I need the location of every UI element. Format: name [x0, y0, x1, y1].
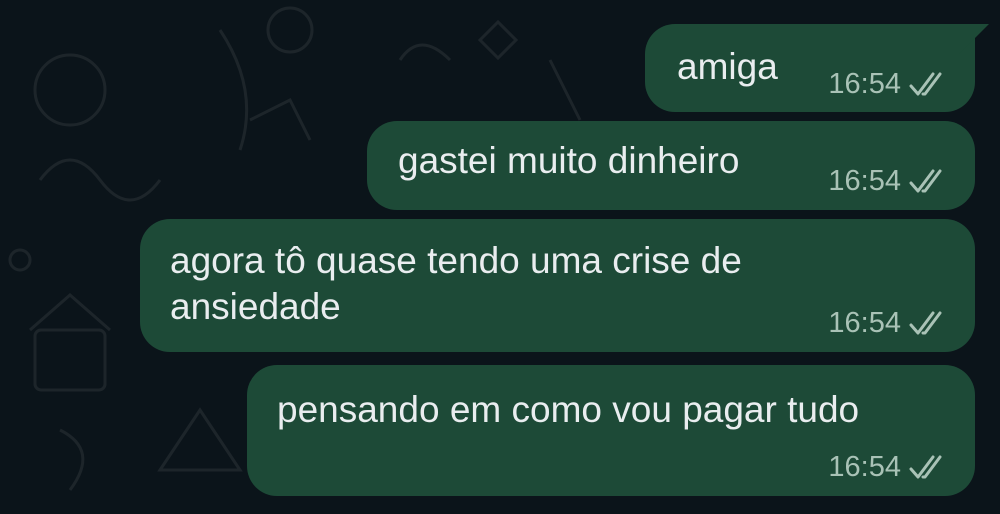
message-text: agora tô quase tendo uma crise de ansied… — [170, 240, 742, 327]
message-bubble-outgoing[interactable]: agora tô quase tendo uma crise de ansied… — [140, 219, 975, 352]
message-timestamp: 16:54 — [828, 68, 901, 100]
message-meta: 16:54 — [828, 165, 951, 198]
message-text: amiga — [677, 46, 778, 87]
message-timestamp: 16:54 — [828, 451, 901, 483]
message-bubble-outgoing[interactable]: gastei muito dinheiro 16:54 — [367, 121, 975, 210]
message-bubble-outgoing[interactable]: amiga 16:54 — [645, 24, 989, 112]
message-meta: 16:54 — [828, 451, 951, 484]
message-meta: 16:54 — [828, 68, 951, 101]
message-text: gastei muito dinheiro — [398, 140, 740, 181]
message-timestamp: 16:54 — [828, 307, 901, 339]
read-double-check-icon — [909, 169, 951, 195]
bubble-tail — [959, 24, 989, 54]
read-double-check-icon — [909, 311, 951, 337]
message-text: pensando em como vou pagar tudo — [277, 389, 860, 430]
message-bubble-outgoing[interactable]: pensando em como vou pagar tudo 16:54 — [247, 365, 975, 496]
message-timestamp: 16:54 — [828, 165, 901, 197]
read-double-check-icon — [909, 455, 951, 481]
message-meta: 16:54 — [828, 307, 951, 340]
read-double-check-icon — [909, 72, 951, 98]
